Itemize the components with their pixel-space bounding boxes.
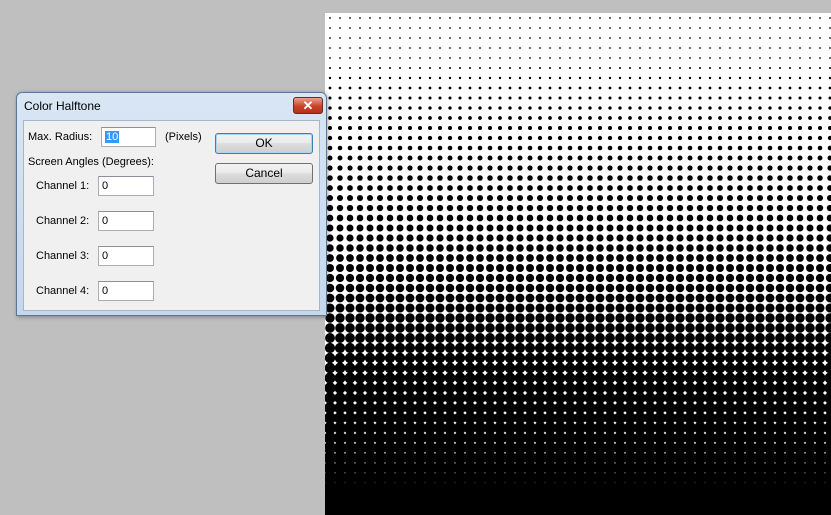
ok-button[interactable]: OK — [215, 133, 313, 154]
color-halftone-dialog: Color Halftone ✕ Max. Radius: 10 (Pixels… — [16, 92, 327, 316]
halftone-canvas[interactable] — [325, 13, 831, 515]
channel-3-label: Channel 3: — [36, 250, 90, 262]
halftone-dot-pattern — [325, 17, 831, 515]
channel-2-label: Channel 2: — [36, 215, 90, 227]
dialog-titlebar[interactable]: Color Halftone ✕ — [17, 93, 326, 119]
close-button[interactable]: ✕ — [293, 97, 323, 114]
channel-4-input[interactable]: 0 — [98, 281, 154, 301]
channel-1-label: Channel 1: — [36, 180, 90, 192]
cancel-button[interactable]: Cancel — [215, 163, 313, 184]
dialog-title: Color Halftone — [24, 99, 101, 113]
max-radius-label: Max. Radius: — [28, 131, 93, 143]
channel-1-input[interactable]: 0 — [98, 176, 154, 196]
close-icon: ✕ — [302, 98, 314, 113]
max-radius-value: 10 — [105, 131, 120, 143]
dialog-client-area: Max. Radius: 10 (Pixels) Screen Angles (… — [23, 120, 320, 311]
max-radius-input[interactable]: 10 — [101, 127, 156, 147]
channel-2-input[interactable]: 0 — [98, 211, 154, 231]
channel-3-input[interactable]: 0 — [98, 246, 154, 266]
screen-angles-label: Screen Angles (Degrees): — [28, 156, 154, 168]
max-radius-unit: (Pixels) — [165, 131, 202, 143]
halftone-dots — [325, 17, 831, 515]
channel-4-label: Channel 4: — [36, 285, 90, 297]
workspace-background: Color Halftone ✕ Max. Radius: 10 (Pixels… — [0, 0, 831, 515]
